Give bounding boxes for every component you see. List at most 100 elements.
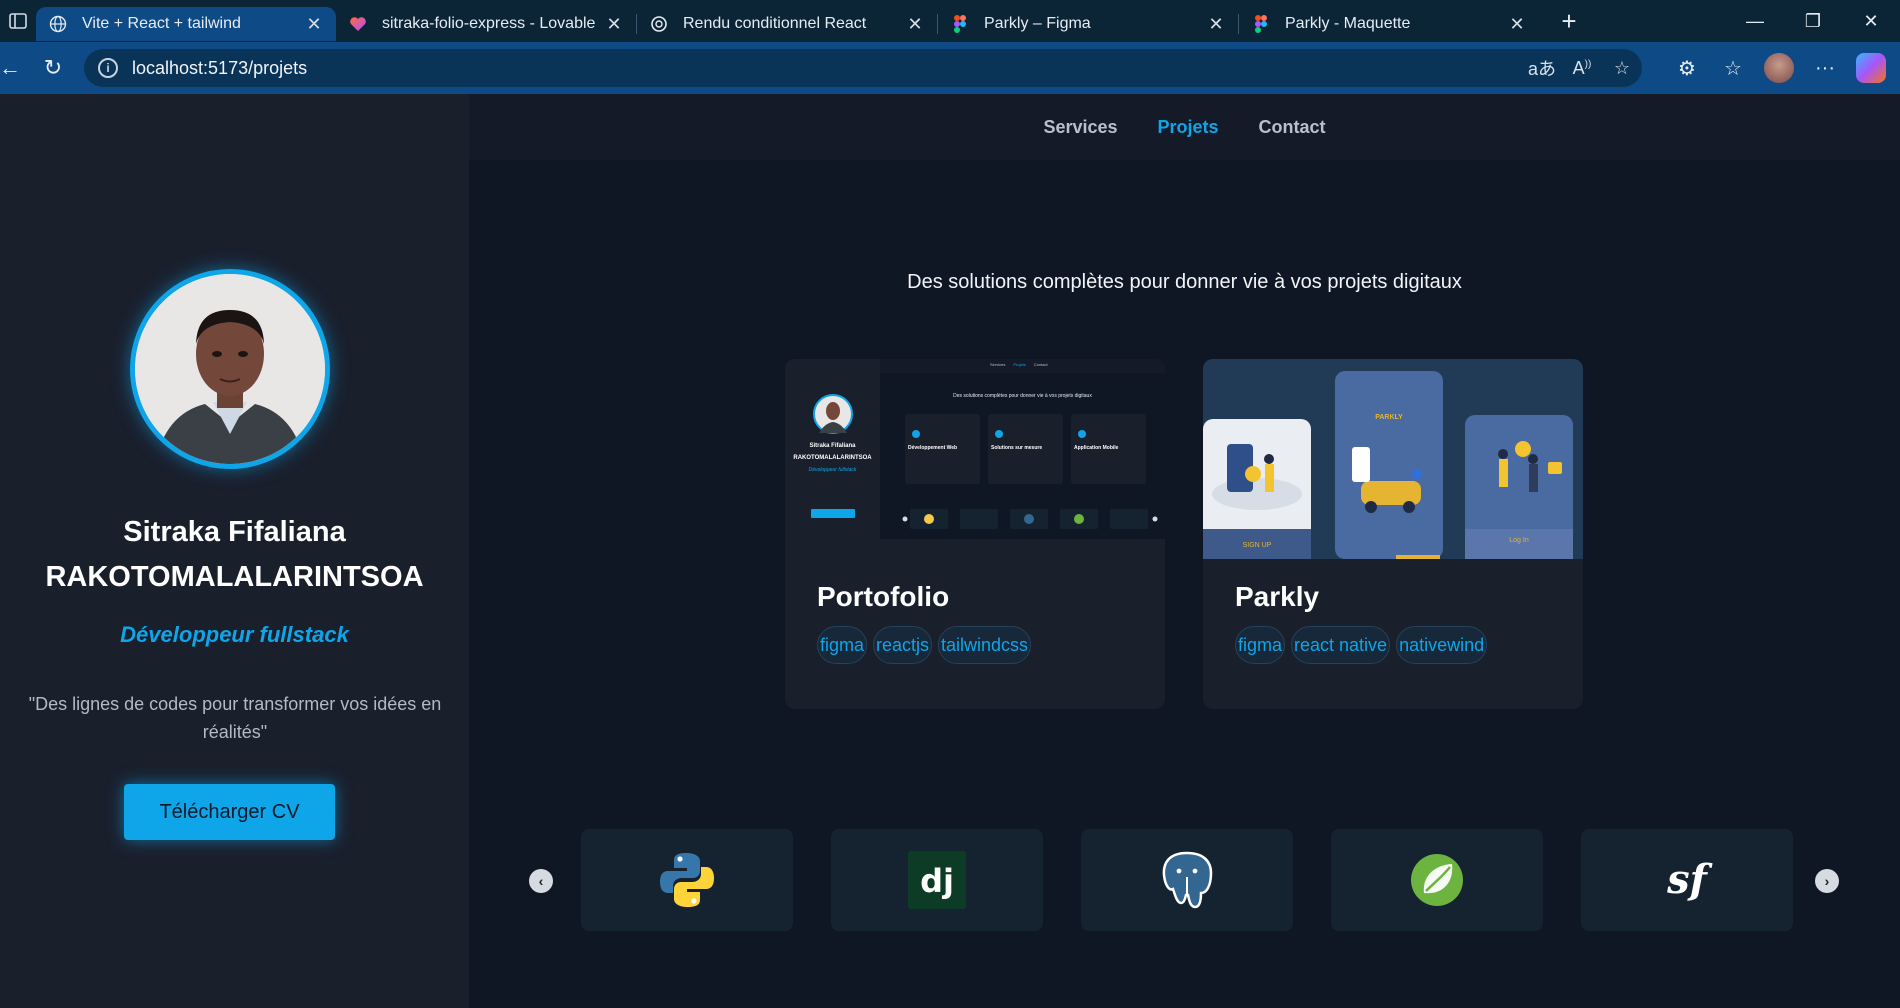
carousel-prev-icon[interactable]: ‹ <box>529 869 553 893</box>
minimize-icon[interactable]: — <box>1726 0 1784 42</box>
address-bar-row: ← ↻ i localhost:5173/projets aあ A)) ☆ ⚙ … <box>0 42 1900 94</box>
url-actions: aあ A)) ☆ <box>1522 49 1642 87</box>
more-menu-icon[interactable]: ··· <box>1802 57 1848 80</box>
top-navigation: Services Projets Contact <box>469 94 1900 160</box>
parkly-login: Log In <box>1509 537 1529 544</box>
tab-title: Rendu conditionnel React <box>683 15 867 32</box>
web-page: Sitraka Fifaliana RAKOTOMALALARINTSOA Dé… <box>0 94 1900 1008</box>
tag-tailwindcss: tailwindcss <box>938 626 1032 664</box>
browser-tab-3[interactable]: Rendu conditionnel React ✕ <box>637 7 937 41</box>
nav-services[interactable]: Services <box>1043 117 1117 138</box>
profile-quote: "Des lignes de codes pour transformer vo… <box>28 694 442 742</box>
tech-card-python <box>581 829 793 931</box>
translate-icon[interactable]: aあ <box>1522 55 1562 81</box>
tab-title: Vite + React + tailwind <box>82 15 241 32</box>
tab-title: Parkly - Maquette <box>1285 15 1411 32</box>
svg-text:dj: dj <box>920 862 954 900</box>
url-field[interactable]: i localhost:5173/projets aあ A)) ☆ <box>84 49 1642 87</box>
openai-icon <box>649 14 669 34</box>
close-tab-icon[interactable]: ✕ <box>304 14 324 35</box>
project-title: Parkly <box>1235 581 1320 612</box>
preview-role: Développeur fullstack <box>808 467 857 473</box>
tag-nativewind: nativewind <box>1396 626 1488 664</box>
profile-sidebar: Sitraka Fifaliana RAKOTOMALALARINTSOA Dé… <box>0 94 469 1008</box>
download-cv-button[interactable]: Télécharger CV <box>124 784 335 840</box>
tag-figma: figma <box>1235 626 1286 664</box>
carousel-next-icon[interactable]: › <box>1815 869 1839 893</box>
toolbar-icons: ⚙ ☆ ··· <box>1664 42 1894 94</box>
refresh-icon[interactable]: ↻ <box>28 42 78 94</box>
parkly-brand: PARKLY <box>1375 414 1403 421</box>
project-thumbnail: PARKLY SIGN UP Log In <box>1203 359 1583 559</box>
preview-nav-item: Projets <box>1013 362 1026 367</box>
project-card-portofolio[interactable]: Services Projets Contact Des solutions c… <box>785 359 1165 709</box>
restore-icon[interactable]: ❐ <box>1784 0 1842 42</box>
django-logo-icon: dj <box>908 851 966 909</box>
tag-figma: figma <box>817 626 868 664</box>
postgresql-logo-icon <box>1162 851 1213 909</box>
project-tags: figma react native nativewind <box>1235 626 1488 664</box>
tech-card-symfony: sf <box>1581 829 1793 931</box>
close-tab-icon[interactable]: ✕ <box>1206 14 1226 35</box>
tab-title: sitraka-folio-express - Lovable <box>382 15 596 32</box>
tab-title: Parkly – Figma <box>984 15 1091 32</box>
nav-projets[interactable]: Projets <box>1158 117 1219 138</box>
read-aloud-icon[interactable]: A)) <box>1562 58 1602 79</box>
preview-tagline: Des solutions complètes pour donner vie … <box>953 393 1092 399</box>
copilot-icon[interactable] <box>1848 53 1894 83</box>
project-title: Portofolio <box>817 581 950 612</box>
spring-logo-icon <box>1411 854 1463 906</box>
browser-tab-2[interactable]: sitraka-folio-express - Lovable ✕ <box>336 7 636 41</box>
python-logo-icon <box>660 853 714 907</box>
favorite-star-icon[interactable]: ☆ <box>1602 58 1642 79</box>
profile-photo <box>130 269 330 469</box>
project-tags: figma reactjs tailwindcss <box>817 626 1032 664</box>
preview-name2: RAKOTOMALALARINTSOA <box>793 455 872 461</box>
close-window-icon[interactable]: ✕ <box>1842 0 1900 42</box>
preview-nav-item: Contact <box>1033 362 1048 367</box>
globe-icon <box>48 14 68 34</box>
preview-name1: Sitraka Fifaliana <box>809 443 856 449</box>
tech-card-postgresql <box>1081 829 1293 931</box>
preview-nav-item: Services <box>990 362 1006 367</box>
browser-tab-5[interactable]: Parkly - Maquette ✕ <box>1239 7 1539 41</box>
browser-tab-1[interactable]: Vite + React + tailwind ✕ <box>36 7 336 41</box>
tag-react-native: react native <box>1291 626 1391 664</box>
new-tab-icon[interactable]: + <box>1549 6 1589 37</box>
site-info-icon[interactable]: i <box>98 58 118 78</box>
profile-role: Développeur fullstack <box>120 622 349 647</box>
url-text: localhost:5173/projets <box>132 57 308 78</box>
section-tagline: Des solutions complètes pour donner vie … <box>907 271 1462 293</box>
tech-carousel: ‹ dj sf › <box>469 829 1900 933</box>
preview-card-title: Solutions sur mesure <box>991 445 1043 451</box>
favorites-icon[interactable]: ☆ <box>1710 56 1756 81</box>
symfony-logo-icon: sf <box>1666 856 1713 903</box>
profile-first-name: Sitraka Fifaliana <box>123 516 346 548</box>
preview-card-title: Développement Web <box>908 445 958 451</box>
close-tab-icon[interactable]: ✕ <box>1507 14 1527 35</box>
tech-card-django: dj <box>831 829 1043 931</box>
svg-text:sf: sf <box>1666 856 1713 903</box>
extensions-icon[interactable]: ⚙ <box>1664 56 1710 81</box>
nav-contact[interactable]: Contact <box>1259 117 1326 138</box>
tag-reactjs: reactjs <box>873 626 933 664</box>
parkly-signup: SIGN UP <box>1242 542 1272 549</box>
preview-nav: Services Projets Contact <box>990 362 1048 367</box>
project-card-parkly[interactable]: PARKLY SIGN UP Log In Parkly figma react… <box>1203 359 1583 709</box>
close-tab-icon[interactable]: ✕ <box>905 14 925 35</box>
back-arrow-icon[interactable]: ← <box>0 42 21 94</box>
profile-last-name: RAKOTOMALALARINTSOA <box>45 561 424 593</box>
figma-icon <box>1251 14 1271 34</box>
lovable-icon <box>348 14 368 34</box>
sidebar-toggle-icon[interactable] <box>0 0 36 42</box>
close-tab-icon[interactable]: ✕ <box>604 14 624 35</box>
preview-card-title: Application Mobile <box>1074 445 1119 451</box>
profile-avatar[interactable] <box>1756 53 1802 83</box>
browser-tab-bar: Vite + React + tailwind ✕ sitraka-folio-… <box>0 0 1900 42</box>
main-content: Services Projets Contact Des solutions c… <box>469 94 1900 1008</box>
window-controls: — ❐ ✕ <box>1726 0 1900 42</box>
project-thumbnail: Services Projets Contact Des solutions c… <box>785 359 1165 559</box>
figma-icon <box>950 14 970 34</box>
tech-card-spring <box>1331 829 1543 931</box>
browser-tab-4[interactable]: Parkly – Figma ✕ <box>938 7 1238 41</box>
